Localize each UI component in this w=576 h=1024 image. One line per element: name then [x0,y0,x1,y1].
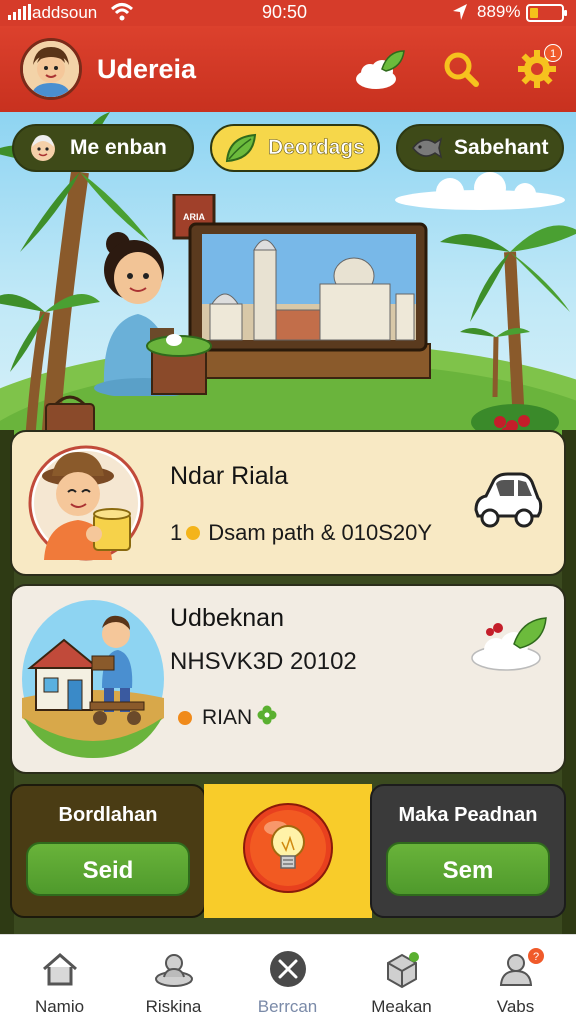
weather-button[interactable] [352,42,406,96]
idea-button[interactable] [204,784,372,918]
weather-card-button[interactable] [468,614,552,674]
search-icon [444,52,479,87]
app-title: Udereia [97,54,197,84]
home-icon [43,953,77,986]
card-meta-number: 1 [170,520,183,545]
hero-scene: ARIA Me enban Deordags Sabehant [0,112,576,442]
tree-stump [146,334,212,395]
cloud-leaf-icon [356,50,405,89]
battery-percent: 889% [477,2,521,21]
clock-time: 90:50 [262,2,308,22]
nav-label: Vabs [496,997,535,1016]
clover-icon [256,704,278,732]
carrier-name: addsoun [32,3,98,22]
card-subtitle: NHSVK3D 20102 [170,648,357,675]
action-panel-left: Bordlahan Seid [10,784,206,918]
settings-badge: 1 [544,44,562,62]
chip-label: Sabehant [454,136,549,159]
sem-button[interactable]: Sem [386,842,550,896]
lightbulb-icon [243,803,333,893]
profile-card-ndar-riala[interactable]: Ndar Riala 1 Dsam path & 010S20Y [10,430,566,576]
card-status: RIAN [178,704,278,732]
avatar[interactable] [20,38,82,100]
palm-tree-far [460,328,530,397]
nav-label: Berrcan [257,997,318,1016]
car-button[interactable] [470,470,544,532]
cloud-person-icon [155,954,193,987]
car-icon [474,472,543,528]
nav-item-riskina[interactable]: Riskina [116,935,231,1024]
status-bar: addsoun 90:50 889% [0,0,576,26]
card-meta: 1 Dsam path & 010S20Y [170,520,432,546]
nav-item-vabs[interactable]: ? Vabs [458,935,573,1024]
cloud-leaf-icon [471,617,547,671]
wifi-icon [110,1,134,28]
search-button[interactable] [434,42,488,96]
status-text: RIAN [202,706,253,729]
child-face-icon [26,131,60,165]
status-dot-icon [178,711,192,725]
card-meta-text: Dsam path & 010S20Y [208,520,433,545]
chip-deordags[interactable]: Deordags [210,124,380,172]
action-label: Maka Peadnan [398,804,538,826]
nav-badge: ? [527,947,545,965]
seid-button[interactable]: Seid [26,842,190,896]
chip-label: Me enban [70,136,167,159]
man-cup-avatar [28,445,144,561]
signal-icon [8,4,31,20]
coin-dot-icon [186,526,201,540]
nav-item-meakan[interactable]: Meakan [344,935,459,1024]
leaf-icon [224,131,258,165]
property-card-udbeknan[interactable]: Udbeknan NHSVK3D 20102 RIAN [10,584,566,774]
house-builder-avatar [22,600,164,758]
billboard-sign: ARIA [183,212,205,222]
card-title: Udbeknan [170,604,284,632]
app-header: Udereia 1 [0,26,576,112]
card-title: Ndar Riala [170,462,289,490]
nav-label: Riskina [145,997,202,1016]
nav-item-namio[interactable]: Namio [2,935,117,1024]
fish-icon [410,131,444,165]
action-label: Bordlahan [58,804,158,826]
nav-item-berrcan[interactable]: Berrcan [230,935,345,1024]
nav-label: Meakan [371,997,432,1016]
chip-sabehant[interactable]: Sabehant [396,124,564,172]
action-panel-right: Maka Peadnan Sem [370,784,566,918]
bottom-nav: Namio Riskina Berrcan Meakan ? Vabs [0,934,576,1024]
settings-button[interactable]: 1 [510,42,564,96]
nav-label: Namio [34,997,85,1016]
battery-icon [526,4,567,22]
close-circle-icon [270,951,306,987]
package-icon [387,952,419,989]
chip-me-enban[interactable]: Me enban [12,124,194,172]
location-arrow-icon [452,3,468,26]
chip-label: Deordags [268,136,365,160]
